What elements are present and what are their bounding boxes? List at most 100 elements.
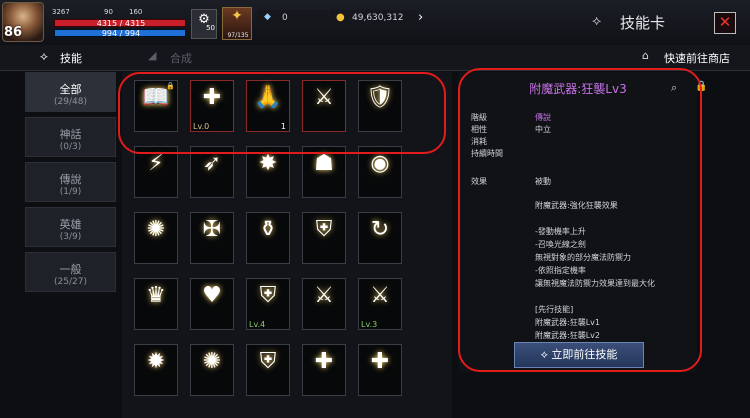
skill-card[interactable]: ✚ Lv.0 xyxy=(190,80,234,132)
skill-card[interactable]: ✠ xyxy=(190,212,234,264)
detail-desc-line: -發動機率上升 xyxy=(535,227,586,236)
detail-desc-line: -依照指定機率 xyxy=(535,266,586,275)
skill-card[interactable]: ⛨ xyxy=(302,212,346,264)
potion-buff[interactable]: ⚙ 50 xyxy=(191,9,217,39)
skill-icon: ⚔ xyxy=(370,283,390,308)
skill-card[interactable]: 🛡 xyxy=(358,80,402,132)
mp-text: 994 / 994 xyxy=(101,29,141,38)
close-button[interactable]: ✕ xyxy=(714,12,736,34)
detail-label: 持續時間 xyxy=(471,149,503,158)
expand-arrow-icon[interactable]: › xyxy=(418,10,423,25)
spiral-icon: ⟡ xyxy=(540,348,552,361)
skill-icon: ✹ xyxy=(146,349,166,374)
buff-count: 50 xyxy=(206,24,215,32)
skill-icon: ◉ xyxy=(370,151,390,176)
skill-icon: ⚡ xyxy=(148,151,164,176)
skill-card[interactable]: ◉ xyxy=(358,146,402,198)
lock-icon[interactable]: 🔒 xyxy=(695,81,707,92)
nav-count: (1/9) xyxy=(59,187,82,197)
skill-icon: ♛ xyxy=(146,283,166,308)
skill-level: Lv.0 xyxy=(193,122,210,131)
nav-count: (3/9) xyxy=(59,232,82,242)
detail-desc-line: -召喚光線之劍 xyxy=(535,240,586,249)
gold-resource: ● 49,630,312 xyxy=(330,10,416,28)
detail-panel: 附魔武器:狂襲Lv3 ⌕ 🔒 階級 傳說 相性 中立 消耗 持續時間 效果 被動 附魔武器:強… xyxy=(459,72,707,372)
skill-card[interactable]: ☗ xyxy=(302,146,346,198)
detail-desc-line: 無視對象的部分魔法防禦力 xyxy=(535,253,631,262)
skill-icon: ♥ xyxy=(202,283,222,308)
skill-icon: ☗ xyxy=(314,151,334,176)
skill-card[interactable]: ♛ xyxy=(134,278,178,330)
go-to-skill-button[interactable]: ⟡ 立即前往技能 xyxy=(514,342,644,368)
nav-label: 一般 xyxy=(59,263,82,276)
detail-desc-line: 附魔武器:強化狂襲效果 xyxy=(535,201,618,210)
detail-label: 消耗 xyxy=(471,137,487,146)
detail-label: 相性 xyxy=(471,125,487,134)
nav-count: (29/48) xyxy=(54,97,87,107)
synth-tab-icon: ◢ xyxy=(148,49,157,62)
skill-tab-icon: ⟡ xyxy=(40,49,48,63)
skill-card[interactable]: ✹ xyxy=(134,344,178,396)
nav-item[interactable]: 神話 (0/3) xyxy=(25,117,116,157)
shop-link[interactable]: 快速前往商店 xyxy=(664,50,730,66)
skill-level: Lv.3 xyxy=(361,320,378,329)
skill-card-icon: ⟡ xyxy=(592,13,602,29)
detail-label: 階級 xyxy=(471,113,487,122)
skill-icon: ➶ xyxy=(202,151,222,176)
skill-card[interactable]: ✸ xyxy=(246,146,290,198)
nav-item[interactable]: 全部 (29/48) xyxy=(25,72,116,112)
detail-value: 中立 xyxy=(535,125,551,134)
player-level: 86 xyxy=(4,25,23,40)
skill-card[interactable]: ✚ xyxy=(302,344,346,396)
skill-icon: ⛨ xyxy=(259,283,277,308)
skill-icon: ⚔ xyxy=(314,85,334,110)
skill-card[interactable]: ⚔ Lv.3 xyxy=(358,278,402,330)
nav-item[interactable]: 傳說 (1/9) xyxy=(25,162,116,202)
skill-card[interactable]: ⚡ xyxy=(134,146,178,198)
page-title: 技能卡 xyxy=(620,14,666,32)
skill-card[interactable]: ✺ xyxy=(134,212,178,264)
nav-item[interactable]: 英雄 (3/9) xyxy=(25,207,116,247)
detail-desc-line: 讓無視魔法防禦力效果達到最大化 xyxy=(535,279,655,288)
tab-synth[interactable]: 合成 xyxy=(170,50,192,66)
go-to-skill-label: 立即前往技能 xyxy=(551,348,618,361)
skill-icon: ↻ xyxy=(370,217,390,242)
skill-icon: ⛨ xyxy=(259,349,277,374)
skill-icon: ✚ xyxy=(202,85,222,110)
skill-card[interactable]: ✚ xyxy=(358,344,402,396)
exp-value: 3267 xyxy=(52,8,70,16)
skill-card[interactable]: ⛨ xyxy=(246,344,290,396)
skill-card[interactable]: ⚔ xyxy=(302,80,346,132)
shop-icon: ⌂ xyxy=(642,49,649,62)
tab-skill[interactable]: 技能 xyxy=(60,50,82,66)
skill-count: 1 xyxy=(280,122,286,131)
stat1-value: 90 xyxy=(104,8,113,16)
skill-card[interactable]: ✺ xyxy=(190,344,234,396)
skill-icon: ⛨ xyxy=(315,217,333,242)
buff2-text: 97/135 xyxy=(227,32,249,39)
skill-card[interactable]: 📖 🔒 xyxy=(134,80,178,132)
search-icon[interactable]: ⌕ xyxy=(671,81,677,95)
skill-icon: ✺ xyxy=(202,349,222,374)
detail-value: 被動 xyxy=(535,177,551,186)
skill-icon: 🛡 xyxy=(366,85,394,110)
skill-icon: ✚ xyxy=(314,349,334,374)
nav-label: 全部 xyxy=(59,83,82,96)
detail-desc-line: 附魔武器:狂襲Lv1 xyxy=(535,318,600,327)
gem-resource: ◆ 0 xyxy=(258,10,328,28)
stat2-value: 160 xyxy=(129,8,143,16)
lock-icon: 🔒 xyxy=(166,82,175,90)
skill-icon: 🙏 xyxy=(254,85,282,110)
skill-card[interactable]: ➶ xyxy=(190,146,234,198)
skill-card[interactable]: ⚱ xyxy=(246,212,290,264)
skill-card[interactable]: 🙏 1 xyxy=(246,80,290,132)
skill-card[interactable]: ↻ xyxy=(358,212,402,264)
skill-card[interactable]: ♥ xyxy=(190,278,234,330)
skill-card[interactable]: ⚔ xyxy=(302,278,346,330)
skill-card[interactable]: ⛨ Lv.4 xyxy=(246,278,290,330)
nav-count: (25/27) xyxy=(54,277,87,287)
nav-item[interactable]: 一般 (25/27) xyxy=(25,252,116,292)
buff-icon[interactable]: ✦ 97/135 xyxy=(222,7,252,40)
skill-title: 附魔武器:狂襲Lv3 xyxy=(529,82,627,96)
skill-grid: 📖 🔒 ✚ Lv.0 🙏 1 ⚔ 🛡 ⚡ ➶ ✸ ☗ ◉ ✺ ✠ ⚱ ⛨ ↻ ♛ ♥ ⛨ Lv.4 ⚔ ⚔ Lv.3 ✹ ✺ ⛨ ✚ ✚ xyxy=(122,72,452,418)
